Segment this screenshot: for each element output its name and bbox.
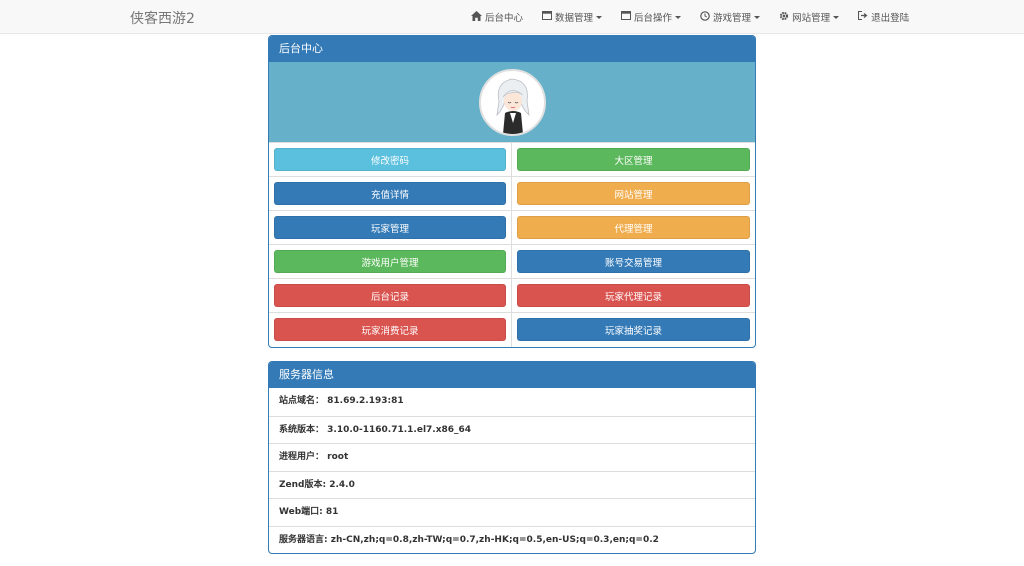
grid-cell: 代理管理 [512, 211, 755, 245]
admin-center-panel: 后台中心 修改密码 大区管理 充值详情 网站管理 玩家管理 代理管理 游戏用户管… [268, 35, 756, 348]
player-lottery-log-button[interactable]: 玩家抽奖记录 [517, 318, 750, 341]
grid-cell: 后台记录 [269, 279, 512, 313]
nav-item-label: 游戏管理 [713, 13, 752, 24]
player-agent-log-button[interactable]: 玩家代理记录 [517, 284, 750, 307]
agent-management-button[interactable]: 代理管理 [517, 216, 750, 239]
nav-item-dashboard[interactable]: 后台中心 [462, 0, 532, 34]
caret-down-icon [596, 15, 603, 19]
caret-down-icon [833, 15, 840, 19]
grid-cell: 游戏用户管理 [269, 245, 512, 279]
home-icon [471, 10, 482, 24]
site-management-button[interactable]: 网站管理 [517, 182, 750, 205]
admin-button-grid: 修改密码 大区管理 充值详情 网站管理 玩家管理 代理管理 游戏用户管理 账号交… [269, 143, 755, 347]
grid-cell: 玩家抽奖记录 [512, 313, 755, 347]
panel-title: 后台中心 [269, 36, 755, 62]
web-port-row: Web端口: 81 [269, 498, 755, 526]
nav-menu: 后台中心 数据管理 后台操作 游戏管理 网站管理 退出登陆 [462, 0, 918, 34]
change-password-button[interactable]: 修改密码 [274, 148, 506, 171]
grid-cell: 修改密码 [269, 143, 512, 177]
zend-version-row: Zend版本: 2.4.0 [269, 470, 755, 499]
site-domain-row: 站点域名： 81.69.2.193:81 [279, 396, 404, 406]
grid-cell: 充值详情 [269, 177, 512, 211]
server-language-row: 服务器语言: zh-CN,zh;q=0.8,zh-TW;q=0.7,zh-HK;… [269, 525, 755, 554]
nav-item-label: 网站管理 [792, 13, 831, 24]
caret-down-icon [675, 15, 682, 19]
nav-item-admin-ops[interactable]: 后台操作 [611, 0, 690, 34]
account-trade-management-button[interactable]: 账号交易管理 [517, 250, 750, 273]
panel-title: 服务器信息 [269, 362, 755, 388]
game-user-management-button[interactable]: 游戏用户管理 [274, 250, 506, 273]
gear-icon [778, 11, 789, 24]
recharge-details-button[interactable]: 充值详情 [274, 182, 506, 205]
window-icon [620, 11, 631, 23]
window-icon [541, 11, 552, 23]
nav-item-label: 后台中心 [485, 13, 524, 24]
nav-item-game-management[interactable]: 游戏管理 [690, 0, 769, 34]
grid-cell: 账号交易管理 [512, 245, 755, 279]
system-version-row: 系统版本： 3.10.0-1160.71.1.el7.x86_64 [269, 415, 755, 444]
server-info-list: 站点域名： 81.69.2.193:81 系统版本： 3.10.0-1160.7… [269, 388, 755, 553]
region-management-button[interactable]: 大区管理 [517, 148, 750, 171]
avatar [479, 69, 546, 136]
nav-item-data-management[interactable]: 数据管理 [532, 0, 611, 34]
avatar-banner [269, 62, 755, 143]
logout-icon [857, 10, 868, 23]
player-management-button[interactable]: 玩家管理 [274, 216, 506, 239]
caret-down-icon [754, 15, 761, 19]
admin-log-button[interactable]: 后台记录 [274, 284, 506, 307]
grid-cell: 玩家代理记录 [512, 279, 755, 313]
grid-cell: 大区管理 [512, 143, 755, 177]
nav-item-label: 后台操作 [634, 13, 673, 24]
clock-icon [699, 10, 710, 24]
grid-cell: 玩家管理 [269, 211, 512, 245]
process-user-row: 进程用户： root [269, 443, 755, 471]
brand-title[interactable]: 侠客西游2 [130, 8, 195, 28]
server-info-panel: 服务器信息 站点域名： 81.69.2.193:81 系统版本： 3.10.0-… [268, 361, 756, 554]
nav-item-site-management[interactable]: 网站管理 [769, 0, 848, 34]
player-spending-log-button[interactable]: 玩家消费记录 [274, 318, 506, 341]
grid-cell: 网站管理 [512, 177, 755, 211]
nav-item-logout[interactable]: 退出登陆 [848, 0, 918, 34]
nav-item-label: 数据管理 [555, 13, 594, 24]
top-navbar: 侠客西游2 后台中心 数据管理 后台操作 游戏管理 网站管理 退出登陆 [0, 0, 1024, 34]
grid-cell: 玩家消费记录 [269, 313, 512, 347]
nav-item-label: 退出登陆 [871, 13, 910, 24]
